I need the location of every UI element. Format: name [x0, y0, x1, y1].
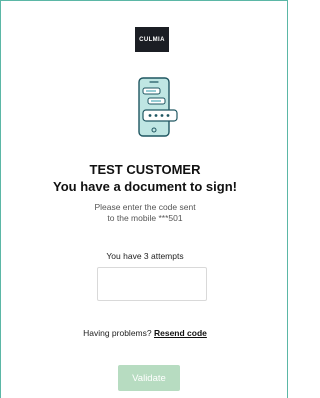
brand-logo: CULMIA — [135, 27, 169, 52]
problems-text: Having problems? — [83, 328, 152, 338]
brand-logo-text: CULMIA — [139, 36, 165, 43]
page-frame: CULMIA TEST CUSTOMER You have a document… — [0, 0, 288, 398]
customer-name: TEST CUSTOMER — [89, 162, 201, 177]
validate-button[interactable]: Validate — [118, 365, 180, 391]
page-title: You have a document to sign! — [53, 179, 237, 194]
instruction-text-line2: to the mobile ***501 — [107, 213, 183, 223]
attempts-counter: You have 3 attempts — [106, 251, 184, 261]
code-input[interactable] — [97, 267, 207, 301]
instruction-text-line1: Please enter the code sent — [94, 202, 196, 212]
problems-row: Having problems? Resend code — [1, 328, 289, 338]
phone-password-icon — [133, 77, 181, 139]
resend-code-link[interactable]: Resend code — [154, 328, 207, 338]
